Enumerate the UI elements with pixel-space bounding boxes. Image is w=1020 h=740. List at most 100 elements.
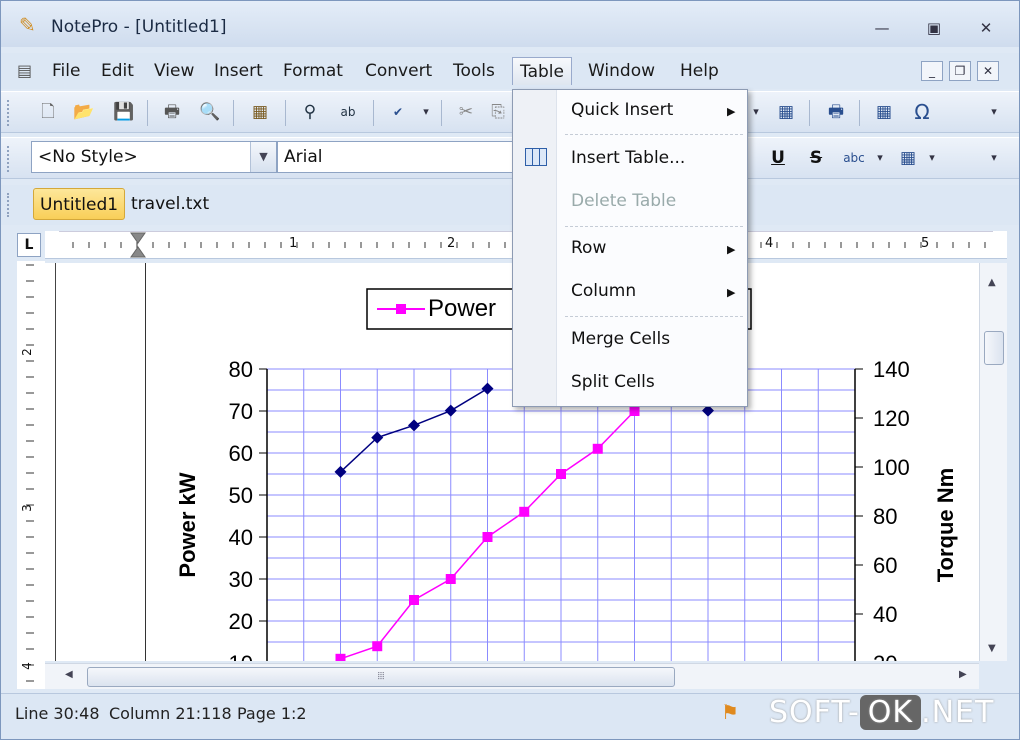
menu-item-split-cells[interactable]: Split Cells bbox=[571, 372, 655, 392]
menu-convert[interactable]: Convert bbox=[358, 57, 439, 85]
data-point-power bbox=[592, 443, 603, 454]
data-point-power bbox=[482, 532, 493, 542]
tab-untitled1[interactable]: Untitled1 bbox=[33, 188, 126, 220]
find-icon[interactable]: ⚲ bbox=[297, 99, 323, 125]
toolbar-grip[interactable] bbox=[7, 193, 11, 217]
watermark: SOFT- OK .NET bbox=[769, 695, 994, 730]
menu-table[interactable]: Table bbox=[512, 57, 572, 85]
omega-icon[interactable]: Ω bbox=[909, 99, 935, 125]
chevron-down-icon[interactable]: ▾ bbox=[413, 99, 439, 125]
data-point-power bbox=[556, 469, 566, 479]
borders-icon[interactable]: ▦ bbox=[895, 145, 921, 171]
print-preview-icon[interactable]: 🔍 bbox=[197, 99, 223, 125]
mdi-minimize-button[interactable]: _ bbox=[921, 61, 943, 81]
menu-tools[interactable]: Tools bbox=[446, 57, 502, 85]
maximize-button[interactable]: ▣ bbox=[919, 17, 949, 39]
y2-tick-label: 80 bbox=[873, 504, 897, 529]
menu-item-insert-table[interactable]: Insert Table... bbox=[571, 148, 685, 168]
scroll-up-arrow[interactable]: ▲ bbox=[988, 277, 996, 288]
menu-item-delete-table: Delete Table bbox=[571, 191, 677, 211]
scroll-right-arrow[interactable]: ▶ bbox=[959, 669, 967, 680]
font-value: Arial bbox=[284, 147, 323, 167]
vertical-ruler[interactable]: 2 3 4 bbox=[17, 261, 45, 689]
menu-file[interactable]: File bbox=[45, 57, 87, 85]
menu-bar: ▤ File Edit View Insert Format Convert T… bbox=[1, 53, 1019, 89]
ruler-label: 2 bbox=[447, 236, 456, 251]
y2-axis-ticks: 140 120 100 80 60 40 20 bbox=[855, 357, 910, 661]
close-button[interactable]: ✕ bbox=[971, 17, 1001, 39]
horizontal-scrollbar[interactable]: ◀ ⦙⦙⦙ ▶ bbox=[45, 663, 979, 689]
data-point-power bbox=[335, 653, 346, 661]
mdi-close-button[interactable]: ✕ bbox=[977, 61, 999, 81]
y2-axis-label: Torque Nm bbox=[933, 468, 958, 582]
properties-icon[interactable]: ▦ bbox=[247, 99, 273, 125]
style-value: <No Style> bbox=[38, 147, 138, 167]
ruler-label: 1 bbox=[289, 236, 298, 251]
chevron-down-icon[interactable]: ▼ bbox=[250, 142, 276, 172]
scroll-down-arrow[interactable]: ▼ bbox=[988, 643, 996, 654]
toolbar-separator bbox=[859, 100, 860, 126]
menu-format[interactable]: Format bbox=[276, 57, 350, 85]
text-color-icon[interactable]: abc bbox=[841, 145, 867, 171]
menu-view[interactable]: View bbox=[147, 57, 201, 85]
ruler-label: 5 bbox=[921, 236, 930, 251]
toolbar-options-icon[interactable]: ▾ bbox=[981, 99, 1007, 125]
open-icon[interactable]: 📂 bbox=[71, 99, 97, 125]
minimize-button[interactable]: — bbox=[867, 17, 897, 39]
submenu-arrow-icon: ▶ bbox=[727, 105, 736, 118]
table-icon[interactable]: ▦ bbox=[773, 99, 799, 125]
insert-table-icon bbox=[525, 148, 547, 166]
menu-item-merge-cells[interactable]: Merge Cells bbox=[571, 329, 670, 349]
y2-tick-label: 60 bbox=[873, 553, 897, 578]
menu-window[interactable]: Window bbox=[581, 57, 662, 85]
menu-item-column[interactable]: Column bbox=[571, 281, 636, 301]
data-point-torque bbox=[408, 419, 420, 432]
mdi-restore-button[interactable]: ❐ bbox=[949, 61, 971, 81]
tab-stop-selector[interactable]: L bbox=[17, 233, 41, 257]
copy-icon[interactable]: ⎘ bbox=[485, 99, 511, 125]
vruler-label: 3 bbox=[19, 504, 34, 512]
font-combo[interactable]: Arial bbox=[277, 141, 537, 173]
print-icon[interactable]: 🖶 bbox=[159, 99, 185, 125]
title-bar: ✎ NotePro - [Untitled1] — ▣ ✕ bbox=[1, 1, 1019, 47]
page-setup-icon[interactable]: 🖶 bbox=[823, 99, 849, 125]
vertical-scrollbar[interactable]: ▲ ▼ bbox=[979, 263, 1007, 661]
data-point-power bbox=[629, 406, 640, 416]
replace-icon[interactable]: ab bbox=[335, 99, 361, 125]
toolbar-options-icon[interactable]: ▾ bbox=[981, 145, 1007, 171]
scroll-left-arrow[interactable]: ◀ bbox=[65, 669, 73, 680]
app-icon: ✎ bbox=[19, 13, 36, 37]
toolbar-grip[interactable] bbox=[7, 146, 11, 172]
data-point-power bbox=[372, 641, 383, 652]
y2-tick-label: 120 bbox=[873, 406, 910, 431]
status-column: Column 21:118 bbox=[109, 704, 232, 723]
new-icon[interactable]: 🗋 bbox=[35, 99, 61, 125]
chevron-down-icon[interactable]: ▾ bbox=[919, 145, 945, 171]
chevron-down-icon[interactable]: ▾ bbox=[867, 145, 893, 171]
cut-icon[interactable]: ✂ bbox=[453, 99, 479, 125]
y2-tick-label: 40 bbox=[873, 602, 897, 627]
watermark-text: SOFT- bbox=[769, 695, 860, 730]
menu-help[interactable]: Help bbox=[673, 57, 726, 85]
menu-insert[interactable]: Insert bbox=[207, 57, 270, 85]
spellcheck-icon[interactable]: ✔ bbox=[385, 99, 411, 125]
style-combo[interactable]: <No Style> ▼ bbox=[31, 141, 277, 173]
toolbar-separator bbox=[441, 100, 442, 126]
y-tick-label: 50 bbox=[229, 483, 253, 508]
strikethrough-icon[interactable]: S bbox=[803, 145, 829, 171]
ruler-label: 4 bbox=[765, 236, 774, 251]
window-title: NotePro - [Untitled1] bbox=[51, 17, 227, 37]
calculator-icon[interactable]: ▦ bbox=[871, 99, 897, 125]
y-tick-label: 10 bbox=[229, 651, 253, 661]
toolbar-grip[interactable] bbox=[7, 100, 11, 126]
save-icon[interactable]: 💾 bbox=[111, 99, 137, 125]
menu-item-row[interactable]: Row bbox=[571, 238, 606, 258]
menu-edit[interactable]: Edit bbox=[94, 57, 141, 85]
flag-icon: ⚑ bbox=[721, 700, 739, 724]
horizontal-scroll-thumb[interactable]: ⦙⦙⦙ bbox=[87, 667, 675, 687]
vertical-scroll-thumb[interactable] bbox=[984, 331, 1004, 365]
data-point-power bbox=[445, 574, 456, 584]
tab-travel[interactable]: travel.txt bbox=[125, 188, 215, 220]
menu-item-quick-insert[interactable]: Quick Insert bbox=[571, 100, 673, 120]
underline-icon[interactable]: U bbox=[765, 145, 791, 171]
